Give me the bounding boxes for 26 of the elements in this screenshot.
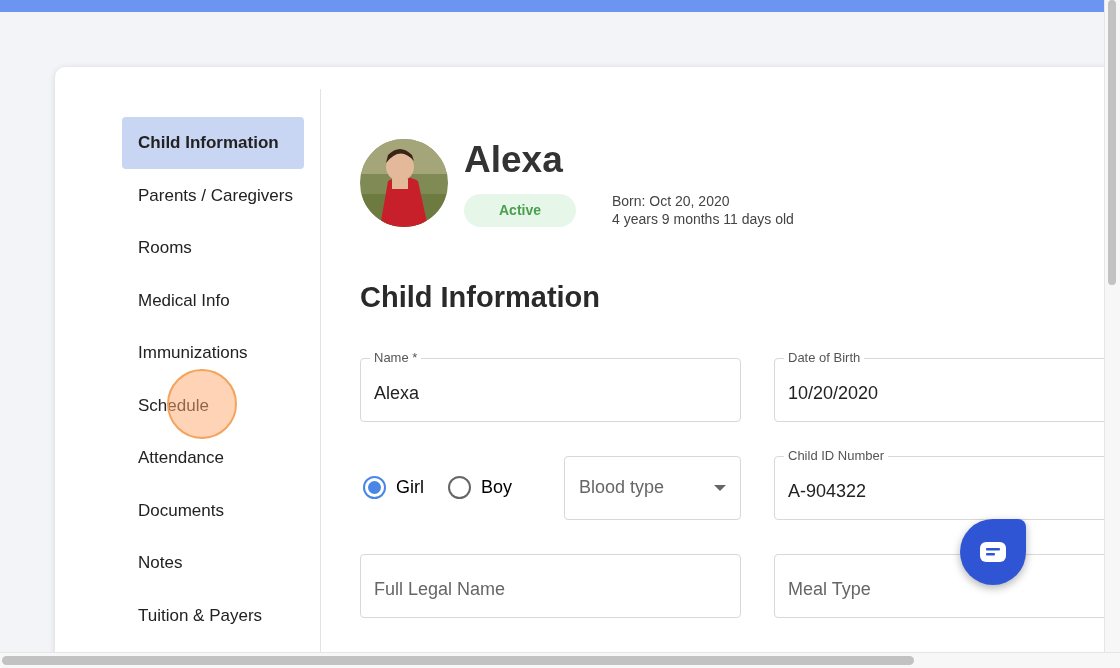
sidebar-item[interactable]: Parents / Caregivers: [122, 169, 304, 222]
radio-option[interactable]: Boy: [448, 474, 513, 501]
sidebar-item[interactable]: Tuition & Payers: [122, 589, 304, 642]
child-name: Alexa: [464, 141, 564, 178]
radio-option[interactable]: Girl: [363, 474, 424, 501]
sidebar-item[interactable]: Immunizations: [122, 327, 304, 379]
age-text: 4 years 9 months 11 days old: [612, 210, 794, 228]
sidebar-item[interactable]: Notes: [122, 537, 304, 589]
birth-date: Born: Oct 20, 2020: [612, 192, 731, 210]
field-placeholder: Full Legal Name: [374, 578, 506, 601]
field-value: A-904322: [788, 480, 867, 503]
field-placeholder: Meal Type: [788, 578, 871, 601]
status-badge: Active: [464, 193, 576, 227]
input-field[interactable]: Full Legal Name: [360, 553, 741, 618]
field-value: Alexa: [374, 382, 420, 405]
blood-type-select[interactable]: Blood type: [564, 455, 741, 520]
section-title: Child Information: [360, 280, 602, 315]
select-placeholder: Blood type: [579, 476, 665, 499]
sidebar-item[interactable]: Rooms: [122, 222, 304, 274]
radio-label: Girl: [396, 476, 424, 499]
sidebar-item[interactable]: Child Information: [122, 117, 304, 169]
radio-label: Boy: [481, 476, 513, 499]
sidebar-item[interactable]: Attendance: [122, 432, 304, 484]
sidebar-item[interactable]: Medical Info: [122, 274, 304, 327]
field-value: 10/20/2020: [788, 382, 879, 405]
sidebar-item[interactable]: Documents: [122, 484, 304, 537]
